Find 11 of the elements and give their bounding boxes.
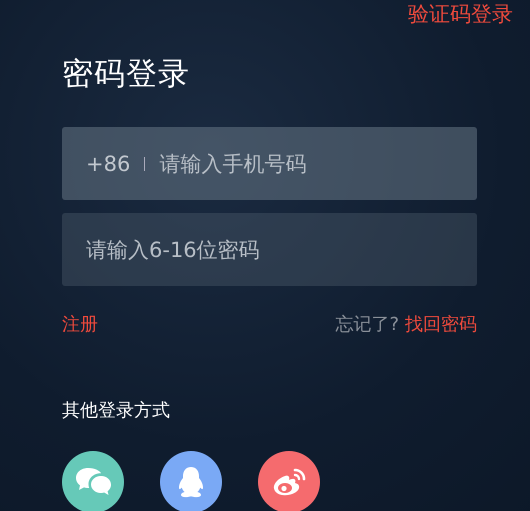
weibo-eye-icon: [271, 467, 307, 497]
penguin-icon: [177, 466, 205, 498]
country-code: +86: [86, 152, 130, 176]
other-login-label: 其他登录方式: [62, 399, 171, 423]
phone-input-field[interactable]: 请输入手机号码: [159, 152, 453, 176]
forgot-prompt: 忘记了?: [335, 313, 399, 337]
recover-password-link[interactable]: 找回密码: [405, 313, 477, 337]
chat-bubbles-icon: [75, 467, 111, 497]
sms-login-link[interactable]: 验证码登录: [408, 0, 513, 30]
page-title: 密码登录: [62, 55, 191, 94]
register-link[interactable]: 注册: [62, 313, 98, 337]
